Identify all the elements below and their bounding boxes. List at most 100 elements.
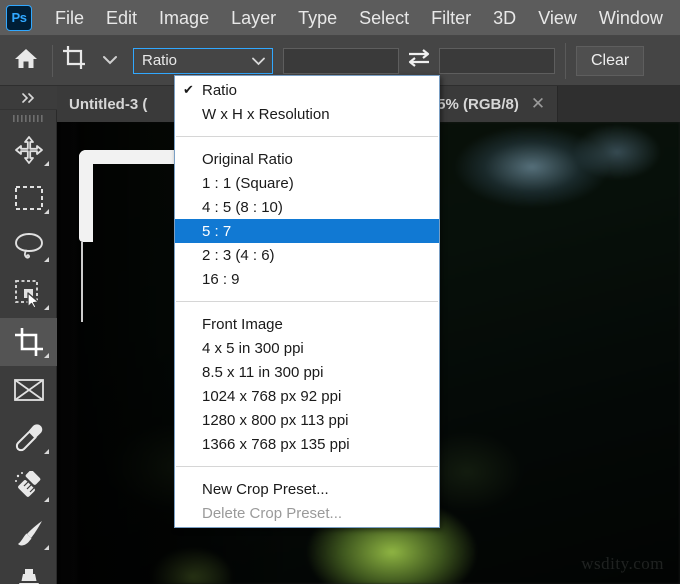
dropdown-item-label: 4 x 5 in 300 ppi <box>202 339 304 357</box>
lasso-icon <box>14 233 43 259</box>
menu-item-file[interactable]: File <box>44 0 95 36</box>
toolbar-drag-handle[interactable] <box>0 110 57 126</box>
dropdown-separator <box>176 136 438 137</box>
checkmark-icon: ✔ <box>183 82 194 97</box>
tool-flyout-indicator <box>44 161 49 166</box>
clear-button[interactable]: Clear <box>576 45 645 76</box>
photoshop-window: Ps File Edit Image Layer Type Select Filter 3D V… <box>0 0 680 584</box>
image-watermark: wsdity.com <box>581 554 664 573</box>
expand-toolbar-button[interactable] <box>0 86 57 110</box>
tool-rectangular-marquee[interactable] <box>0 174 57 222</box>
home-button[interactable] <box>0 36 52 86</box>
dropdown-item-label: 2 : 3 (4 : 6) <box>202 246 275 264</box>
menu-bar: Ps File Edit Image Layer Type Select Filter 3D V… <box>0 0 680 36</box>
dropdown-item-label: Front Image <box>202 315 283 333</box>
dropdown-separator <box>176 466 438 467</box>
dropdown-item-label: 4 : 5 (8 : 10) <box>202 198 283 216</box>
double-chevron-right-icon <box>21 92 34 103</box>
options-divider-2 <box>565 42 566 79</box>
grip-dots-icon <box>12 114 43 122</box>
dropdown-item-label: 16 : 9 <box>202 270 240 288</box>
dropdown-item-ratio[interactable]: ✔ Ratio <box>175 78 439 102</box>
tool-flyout-indicator <box>44 353 49 358</box>
dropdown-item-4-x-5-in-300-ppi[interactable]: 4 x 5 in 300 ppi <box>175 336 439 360</box>
dropdown-item-label: 1 : 1 (Square) <box>202 174 294 192</box>
dropdown-item-1280-x-800-px-113-ppi[interactable]: 1280 x 800 px 113 ppi <box>175 408 439 432</box>
aspect-ratio-select[interactable]: Ratio <box>133 47 273 74</box>
current-tool-button[interactable] <box>53 36 97 86</box>
dropdown-item-4-5-8-10[interactable]: 4 : 5 (8 : 10) <box>175 195 439 219</box>
tool-eyedropper[interactable] <box>0 414 57 462</box>
dropdown-item-8-5-x-11-in-300-ppi[interactable]: 8.5 x 11 in 300 ppi <box>175 360 439 384</box>
crop-height-input[interactable] <box>439 47 555 74</box>
rectangular-marquee-icon <box>14 186 43 210</box>
menu-item-he[interactable]: He <box>674 0 680 36</box>
chevron-down-icon <box>103 52 117 70</box>
tool-flyout-indicator <box>44 545 49 550</box>
menu-item-view[interactable]: View <box>527 0 588 36</box>
dropdown-item-1366-x-768-px-135-ppi[interactable]: 1366 x 768 px 135 ppi <box>175 432 439 456</box>
chevron-down-icon <box>252 52 265 69</box>
tool-brush[interactable] <box>0 510 57 558</box>
crop-width-input[interactable] <box>283 47 399 74</box>
menu-item-type[interactable]: Type <box>287 0 348 36</box>
dropdown-item-original-ratio[interactable]: Original Ratio <box>175 147 439 171</box>
dropdown-item-label: 5 : 7 <box>202 222 232 240</box>
menu-item-filter[interactable]: Filter <box>420 0 482 36</box>
dropdown-item-label: 1366 x 768 px 135 ppi <box>202 435 350 453</box>
menu-item-3d[interactable]: 3D <box>482 0 527 36</box>
tool-frame[interactable] <box>0 366 57 414</box>
tool-flyout-indicator <box>44 497 49 502</box>
dropdown-item-label: New Crop Preset... <box>202 480 329 498</box>
close-icon[interactable]: ✕ <box>531 94 545 114</box>
dropdown-item-new-crop-preset[interactable]: New Crop Preset... <box>175 477 439 501</box>
tool-spot-healing-brush[interactable] <box>0 462 57 510</box>
tool-object-selection[interactable] <box>0 270 57 318</box>
dropdown-item-label: W x H x Resolution <box>202 105 330 123</box>
dropdown-item-5-7[interactable]: 5 : 7 <box>175 219 439 243</box>
menu-item-image[interactable]: Image <box>148 0 220 36</box>
clone-stamp-icon <box>18 569 39 584</box>
tool-crop[interactable] <box>0 318 57 366</box>
tool-lasso[interactable] <box>0 222 57 270</box>
crop-guide-line <box>81 242 83 322</box>
tools-panel <box>0 86 57 584</box>
dropdown-item-16-9[interactable]: 16 : 9 <box>175 267 439 291</box>
tool-preset-caret[interactable] <box>97 36 123 86</box>
swap-arrows-icon <box>406 47 432 74</box>
dropdown-item-label: 8.5 x 11 in 300 ppi <box>202 363 324 381</box>
brush-icon <box>17 521 42 546</box>
aspect-ratio-dropdown-menu[interactable]: ✔ Ratio W x H x Resolution Original Ratio 1 … <box>174 75 440 528</box>
crop-handle-top-left[interactable] <box>79 150 257 242</box>
tool-flyout-indicator <box>44 305 49 310</box>
photoshop-logo: Ps <box>6 4 32 31</box>
dropdown-item-label: Original Ratio <box>202 150 293 168</box>
tool-flyout-indicator <box>44 209 49 214</box>
menu-item-edit[interactable]: Edit <box>95 0 148 36</box>
dropdown-item-label: Ratio <box>202 81 238 99</box>
dropdown-item-1024-x-768-px-92-ppi[interactable]: 1024 x 768 px 92 ppi <box>175 384 439 408</box>
tool-clone-stamp[interactable] <box>0 558 57 584</box>
dropdown-item-1-1-square[interactable]: 1 : 1 (Square) <box>175 171 439 195</box>
tool-flyout-indicator <box>44 449 49 454</box>
dropdown-group-spacer <box>175 456 439 460</box>
dropdown-group-spacer <box>175 291 439 295</box>
menu-items-container: File Edit Image Layer Type Select Filter 3D View… <box>44 0 680 36</box>
menu-item-select[interactable]: Select <box>348 0 420 36</box>
aspect-ratio-select-value: Ratio <box>142 52 178 69</box>
dropdown-item-w-x-h-x-resolution[interactable]: W x H x Resolution <box>175 102 439 126</box>
dropdown-item-label: 1024 x 768 px 92 ppi <box>202 387 342 405</box>
frame-tool-icon <box>13 379 44 401</box>
dropdown-item-delete-crop-preset: Delete Crop Preset... <box>175 501 439 525</box>
crop-tool-icon <box>14 328 43 356</box>
menu-item-window[interactable]: Window <box>588 0 674 36</box>
crop-tool-icon <box>62 45 88 76</box>
dropdown-item-label: 1280 x 800 px 113 ppi <box>202 411 349 429</box>
move-tool-icon <box>14 136 43 164</box>
menu-item-layer[interactable]: Layer <box>220 0 287 36</box>
tool-move[interactable] <box>0 126 57 174</box>
eyedropper-icon <box>15 424 42 452</box>
dropdown-item-2-3-4-6[interactable]: 2 : 3 (4 : 6) <box>175 243 439 267</box>
dropdown-item-label: Delete Crop Preset... <box>202 504 343 522</box>
dropdown-item-front-image[interactable]: Front Image <box>175 312 439 336</box>
